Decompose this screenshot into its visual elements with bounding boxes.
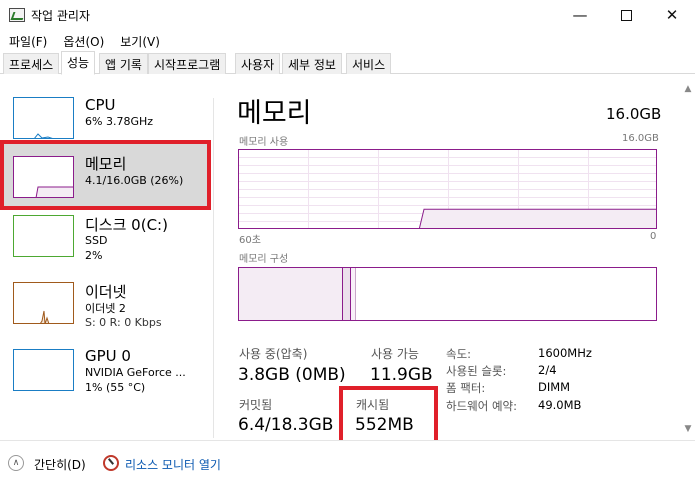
tab-app-history[interactable]: 앱 기록 [99,53,148,74]
usage-graph-label: 메모리 사용 [239,137,289,148]
sidebar-item-subtitle: 이더넷 2 [85,302,126,315]
tab-processes[interactable]: 프로세스 [3,53,60,74]
scroll-down-arrow-icon[interactable]: ▼ [683,424,693,434]
slots-label: 사용된 슬롯: [446,364,507,378]
sidebar-item-subtitle: SSD [85,234,108,247]
in-use-value: 3.8GB (0MB) [238,365,346,385]
resource-monitor-icon[interactable] [103,455,119,471]
composition-standby [351,268,356,320]
sidebar-item-title: CPU [85,96,116,114]
tab-strip: 프로세스 성능 앱 기록 시작프로그램 사용자 세부 정보 서비스 [0,51,695,75]
ethernet-thumbnail-line [40,310,50,323]
committed-label: 커밋됨 [239,398,273,412]
menu-options[interactable]: 옵션(O) [59,33,108,50]
memory-usage-area [418,208,656,228]
page-title: 메모리 [237,98,312,129]
close-icon: ✕ [665,6,679,24]
sidebar-item-title: GPU 0 [85,347,131,365]
sidebar-item-detail: 1% (55 °C) [85,381,146,394]
task-manager-icon [9,8,25,22]
sidebar-item-ethernet[interactable]: 이더넷 이더넷 2 S: 0 R: 0 Kbps [0,276,210,338]
composition-in-use [239,268,343,320]
composition-modified [343,268,351,320]
hardware-reserved-value: 49.0MB [538,398,582,412]
speed-label: 속도: [446,347,472,361]
tab-performance[interactable]: 성능 [61,51,96,75]
tab-users[interactable]: 사용자 [235,53,281,74]
sidebar-item-title: 디스크 0(C:) [85,216,168,234]
available-label: 사용 가능 [371,347,419,361]
title-bar: 작업 관리자 — ✕ [0,0,695,30]
disk-thumbnail-line [14,216,74,257]
sidebar-item-detail: S: 0 R: 0 Kbps [85,316,162,329]
graph-axis-left: 60초 [239,235,261,246]
sidebar-item-detail: 2% [85,249,103,262]
sidebar-item-disk[interactable]: 디스크 0(C:) SSD 2% [0,210,210,272]
minimize-icon: — [572,6,588,24]
scroll-up-arrow-icon[interactable]: ▲ [683,84,693,94]
memory-usage-graph [238,149,657,229]
form-factor-value: DIMM [538,380,571,394]
sidebar-item-gpu[interactable]: GPU 0 NVIDIA GeForce ... 1% (55 °C) [0,344,210,406]
ethernet-thumbnail-graph [13,282,74,324]
fewer-details-link[interactable]: 간단히(D) [34,456,86,473]
total-memory: 16.0GB [606,105,662,123]
composition-graph-label: 메모리 구성 [239,254,289,265]
slots-value: 2/4 [538,363,557,377]
window-title: 작업 관리자 [31,9,91,23]
graph-axis-right: 0 [650,231,657,242]
sidebar-item-title: 이더넷 [85,283,127,301]
hardware-reserved-label: 하드웨어 예약: [446,399,518,413]
open-resource-monitor-link[interactable]: 리소스 모니터 열기 [125,456,221,473]
tab-startup[interactable]: 시작프로그램 [148,53,227,74]
gpu-thumbnail-graph [13,349,74,391]
disk-thumbnail-graph [13,215,74,257]
cpu-thumbnail-graph [13,97,74,139]
committed-value: 6.4/18.3GB [238,415,334,435]
tab-services[interactable]: 서비스 [346,53,392,74]
menu-view[interactable]: 보기(V) [116,33,164,50]
speed-value: 1600MHz [538,346,592,360]
menu-bar: 파일(F) 옵션(O) 보기(V) [0,30,695,52]
panel-divider [213,98,214,438]
chevron-up-icon[interactable]: ∧ [8,455,24,471]
menu-file[interactable]: 파일(F) [5,33,51,50]
footer-bar: ∧ 간단히(D) 리소스 모니터 열기 [0,440,695,494]
in-use-label: 사용 중(압축) [239,347,308,361]
maximize-button[interactable] [603,0,649,30]
tab-details[interactable]: 세부 정보 [282,53,342,74]
cpu-thumbnail-line [34,133,53,138]
form-factor-label: 폼 팩터: [446,381,486,395]
usage-graph-max: 16.0GB [622,133,659,144]
highlight-frame-cached [339,386,438,448]
available-value: 11.9GB [370,365,433,385]
highlight-frame-memory [0,140,211,210]
maximize-icon [620,9,632,21]
sidebar-item-subtitle: NVIDIA GeForce ... [85,366,186,379]
minimize-button[interactable]: — [557,0,603,30]
sidebar-item-subtitle: 6% 3.78GHz [85,115,154,128]
memory-composition-bar [238,267,657,321]
vertical-scrollbar[interactable]: ▲ ▼ [681,74,695,440]
close-button[interactable]: ✕ [649,0,695,30]
